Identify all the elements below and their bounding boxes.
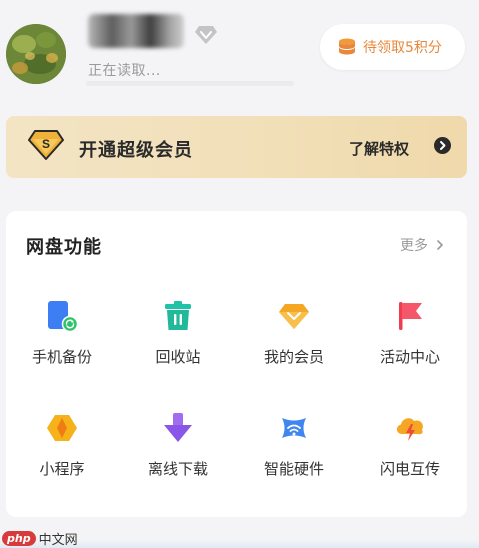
username-redacted [88, 14, 184, 48]
feature-phone-backup[interactable]: 手机备份 [12, 300, 112, 370]
netdisk-features-card: 网盘功能 更多 手机备份 回收站 我的会员 活动中心 小程序 离线下载 智能硬件… [6, 211, 467, 517]
avatar[interactable] [6, 24, 66, 84]
flag-icon [399, 302, 422, 330]
feature-offline-download[interactable]: 离线下载 [128, 412, 228, 482]
chevron-right-icon[interactable] [434, 137, 451, 154]
vip-diamond-icon[interactable] [194, 24, 218, 46]
feature-label: 小程序 [39, 460, 85, 478]
feature-label: 活动中心 [379, 348, 440, 366]
chevron-right-icon [437, 240, 443, 250]
learn-privileges-link[interactable]: 了解特权 [349, 138, 409, 159]
feature-label: 我的会员 [263, 348, 324, 366]
download-icon [164, 413, 192, 442]
watermark-brand: php [2, 530, 36, 546]
recycle-bin-icon [165, 301, 191, 330]
more-link[interactable]: 更多 [400, 235, 446, 255]
vip-banner-title: 开通超级会员 [79, 140, 193, 161]
mini-program-icon [47, 415, 77, 441]
phone-backup-icon [48, 301, 78, 332]
badge-letter: S [42, 137, 50, 151]
feature-label: 回收站 [155, 348, 201, 366]
claim-points-label: 待领取5积分 [363, 40, 442, 56]
watermark-site: 中文网 [38, 532, 78, 548]
feature-label: 手机备份 [31, 348, 92, 366]
feature-recycle-bin[interactable]: 回收站 [128, 300, 228, 370]
coin-stack-icon [339, 38, 355, 55]
feature-mini-program[interactable]: 小程序 [12, 412, 112, 482]
vip-diamond-icon [279, 304, 309, 329]
smart-hardware-icon [282, 418, 306, 438]
storage-progress-bar [86, 81, 294, 86]
feature-activity-center[interactable]: 活动中心 [360, 300, 460, 370]
lightning-transfer-icon [396, 418, 423, 441]
feature-label: 智能硬件 [263, 460, 324, 478]
card-title: 网盘功能 [26, 237, 102, 258]
feature-label: 闪电互传 [379, 460, 440, 478]
reading-status: 正在读取... [88, 63, 161, 79]
more-label: 更多 [400, 238, 428, 254]
watermark: php 中文网 [0, 528, 78, 548]
feature-lightning-transfer[interactable]: 闪电互传 [360, 412, 460, 482]
super-vip-banner[interactable]: S 开通超级会员 了解特权 [6, 116, 467, 178]
super-vip-badge-icon: S [28, 130, 64, 160]
feature-label: 离线下载 [147, 460, 208, 478]
profile-header: 正在读取... 待领取5积分 [0, 0, 479, 100]
avatar-image [6, 24, 66, 84]
claim-points-button[interactable]: 待领取5积分 [320, 24, 465, 70]
feature-smart-hardware[interactable]: 智能硬件 [244, 412, 344, 482]
feature-my-membership[interactable]: 我的会员 [244, 300, 344, 370]
